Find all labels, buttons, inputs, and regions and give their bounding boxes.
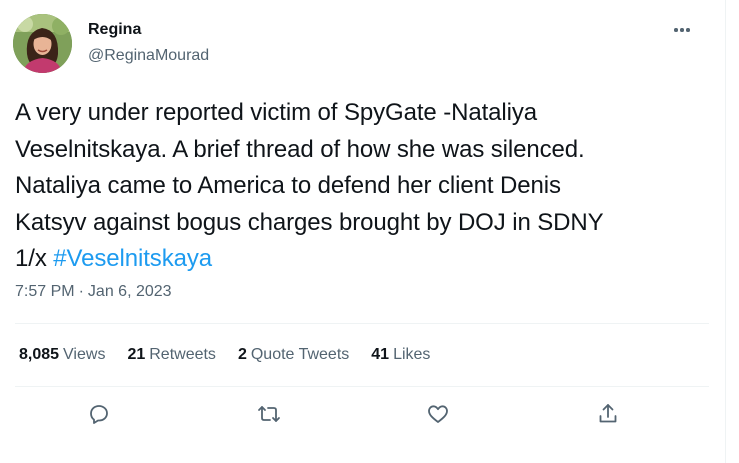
hashtag-link[interactable]: #Veselnitskaya xyxy=(53,245,212,272)
tweet-time[interactable]: 7:57 PM xyxy=(15,283,75,300)
timestamp-separator: · xyxy=(78,283,84,300)
views-count: 8,085 xyxy=(19,346,60,363)
quote-tweets-stat[interactable]: 2 Quote Tweets xyxy=(238,346,349,364)
retweets-count: 21 xyxy=(127,346,146,363)
tweet-card: Regina @ReginaMourad A very under report… xyxy=(0,0,739,463)
share-icon[interactable] xyxy=(596,402,620,426)
thread-index: 1/x xyxy=(15,245,54,272)
retweet-icon[interactable] xyxy=(257,402,281,426)
divider xyxy=(15,323,709,324)
tweet-date[interactable]: Jan 6, 2023 xyxy=(88,283,172,300)
views-label: Views xyxy=(63,346,106,363)
more-horizontal-icon[interactable] xyxy=(670,20,694,40)
heart-icon[interactable] xyxy=(426,402,450,426)
divider xyxy=(15,386,709,387)
tweet-text-last-line: 1/x #Veselnitskaya xyxy=(15,241,715,278)
likes-stat[interactable]: 41 Likes xyxy=(371,346,430,364)
quote-tweets-label: Quote Tweets xyxy=(250,346,350,363)
views-stat: 8,085 Views xyxy=(19,346,105,364)
timestamp[interactable]: 7:57 PM · Jan 6, 2023 xyxy=(15,283,172,301)
tweet-text: A very under reported victim of SpyGate … xyxy=(15,95,715,278)
likes-label: Likes xyxy=(393,346,431,363)
avatar[interactable] xyxy=(13,14,72,73)
tweet-actions xyxy=(0,400,739,430)
avatar-image xyxy=(13,14,72,73)
tweet-text-line: Veselnitskaya. A brief thread of how she… xyxy=(15,135,585,163)
retweets-stat[interactable]: 21 Retweets xyxy=(127,346,216,364)
likes-count: 41 xyxy=(371,346,390,363)
column-border xyxy=(725,0,726,463)
tweet-text-line: Nataliya came to America to defend her c… xyxy=(15,172,561,199)
reply-icon[interactable] xyxy=(87,402,111,426)
author-name[interactable]: Regina xyxy=(88,21,141,39)
tweet-stats: 8,085 Views 21 Retweets 2 Quote Tweets 41 Li… xyxy=(19,346,452,364)
tweet-text-line: Katsyv against bogus charges brought by … xyxy=(15,208,604,236)
quote-tweets-count: 2 xyxy=(237,346,247,363)
author-handle[interactable]: @ReginaMourad xyxy=(88,47,209,65)
tweet-text-line: A very under reported victim of SpyGate … xyxy=(15,99,537,126)
retweets-label: Retweets xyxy=(149,346,216,363)
